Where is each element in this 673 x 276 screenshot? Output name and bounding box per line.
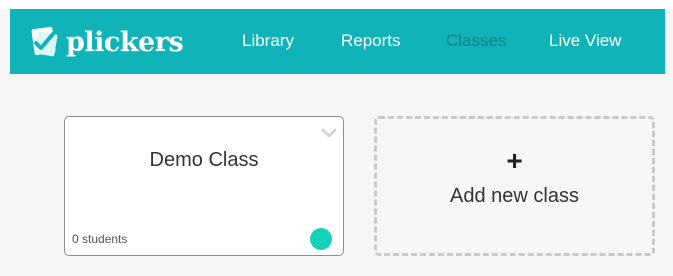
add-new-class-button[interactable]: + Add new class (374, 116, 655, 256)
student-count: 0 students (72, 232, 128, 246)
nav-library[interactable]: Library (242, 32, 294, 49)
top-strip (0, 0, 673, 9)
app-frame: plickers Library Reports Classes Live Vi… (0, 0, 673, 276)
add-class-label: Add new class (450, 185, 579, 207)
plickers-logo-icon (26, 25, 60, 59)
class-card[interactable]: Demo Class 0 students (64, 116, 344, 256)
brand-logo[interactable]: plickers (26, 22, 184, 62)
chevron-down-icon[interactable] (321, 125, 337, 138)
class-color-dot (310, 228, 332, 250)
brand-name: plickers (66, 26, 184, 58)
plus-icon: + (506, 145, 523, 176)
nav-live-view[interactable]: Live View (549, 32, 621, 49)
top-navbar: plickers Library Reports Classes Live Vi… (10, 9, 665, 74)
nav-classes[interactable]: Classes (446, 32, 506, 49)
class-title: Demo Class (149, 149, 259, 171)
nav-reports[interactable]: Reports (341, 32, 401, 49)
